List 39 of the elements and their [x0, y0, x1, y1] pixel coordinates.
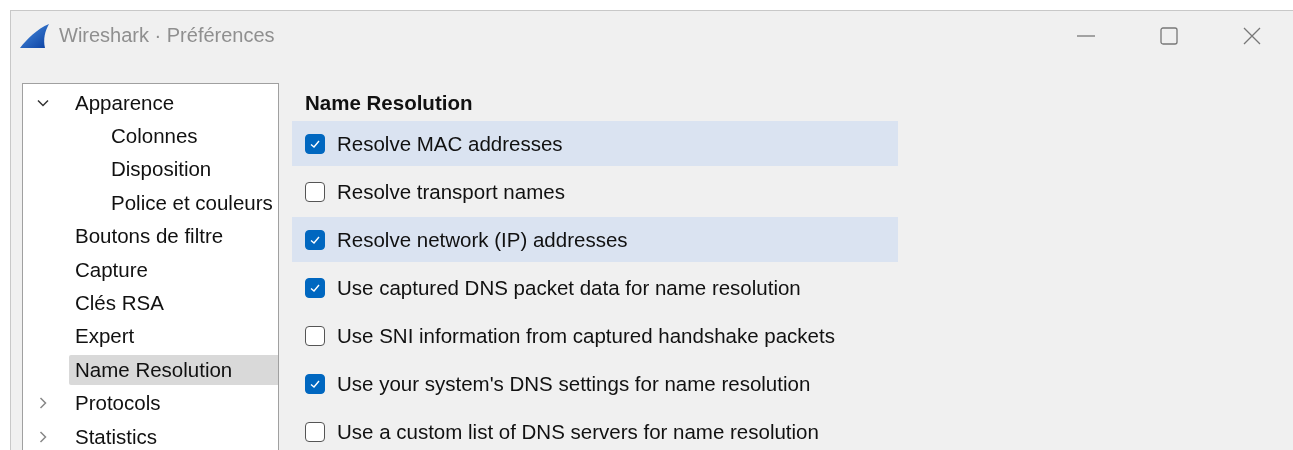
tree-item[interactable]: Disposition [105, 154, 278, 185]
checkbox[interactable] [305, 181, 325, 202]
tree-item[interactable]: Statistics [69, 421, 278, 450]
tree-item[interactable]: Capture [69, 254, 278, 285]
window-title: Wireshark · Préférences [59, 24, 275, 47]
tree-item[interactable]: Colonnes [105, 121, 278, 152]
section-title: Name Resolution [304, 90, 474, 116]
tree-item[interactable]: Protocols [69, 388, 278, 419]
shark-fin-icon [19, 22, 51, 49]
checkbox[interactable] [305, 373, 325, 394]
option-row[interactable]: Use a custom list of DNS servers for name resolution [292, 409, 898, 450]
tree-item[interactable]: Clés RSA [69, 288, 278, 319]
option-row[interactable]: Use SNI information from captured handshake packets [292, 313, 898, 358]
close-icon[interactable] [1242, 26, 1261, 45]
option-label: Resolve transport names [337, 179, 565, 204]
checkbox[interactable] [305, 133, 325, 154]
chevron-right-icon[interactable] [37, 397, 49, 410]
option-row[interactable]: Use captured DNS packet data for name resolution [292, 265, 898, 310]
checkbox[interactable] [305, 325, 325, 346]
option-row[interactable]: Resolve network (IP) addresses [292, 217, 898, 262]
chevron-right-icon[interactable] [37, 430, 49, 443]
option-label: Use your system's DNS settings for name resolution [337, 371, 811, 396]
checkbox[interactable] [305, 421, 325, 442]
checkbox[interactable] [305, 229, 325, 250]
maximize-icon[interactable] [1159, 26, 1178, 45]
option-label: Resolve MAC addresses [337, 131, 563, 156]
option-label: Use a custom list of DNS servers for name resolution [337, 419, 819, 444]
option-row[interactable]: Use your system's DNS settings for name resolution [292, 361, 898, 406]
option-label: Use SNI information from captured handshake packets [337, 323, 835, 348]
tree-item[interactable]: Boutons de filtre [69, 221, 278, 252]
tree-item[interactable]: Police et couleurs [105, 187, 279, 218]
tree-item[interactable]: Name Resolution [69, 354, 278, 385]
option-label: Resolve network (IP) addresses [337, 227, 628, 252]
option-label: Use captured DNS packet data for name resolution [337, 275, 801, 300]
checkbox[interactable] [305, 277, 325, 298]
option-row[interactable]: Resolve MAC addresses [292, 121, 898, 166]
tree-item[interactable]: Expert [69, 321, 278, 352]
option-row[interactable]: Resolve transport names [292, 169, 898, 214]
tree-item[interactable]: Apparence [69, 87, 278, 118]
